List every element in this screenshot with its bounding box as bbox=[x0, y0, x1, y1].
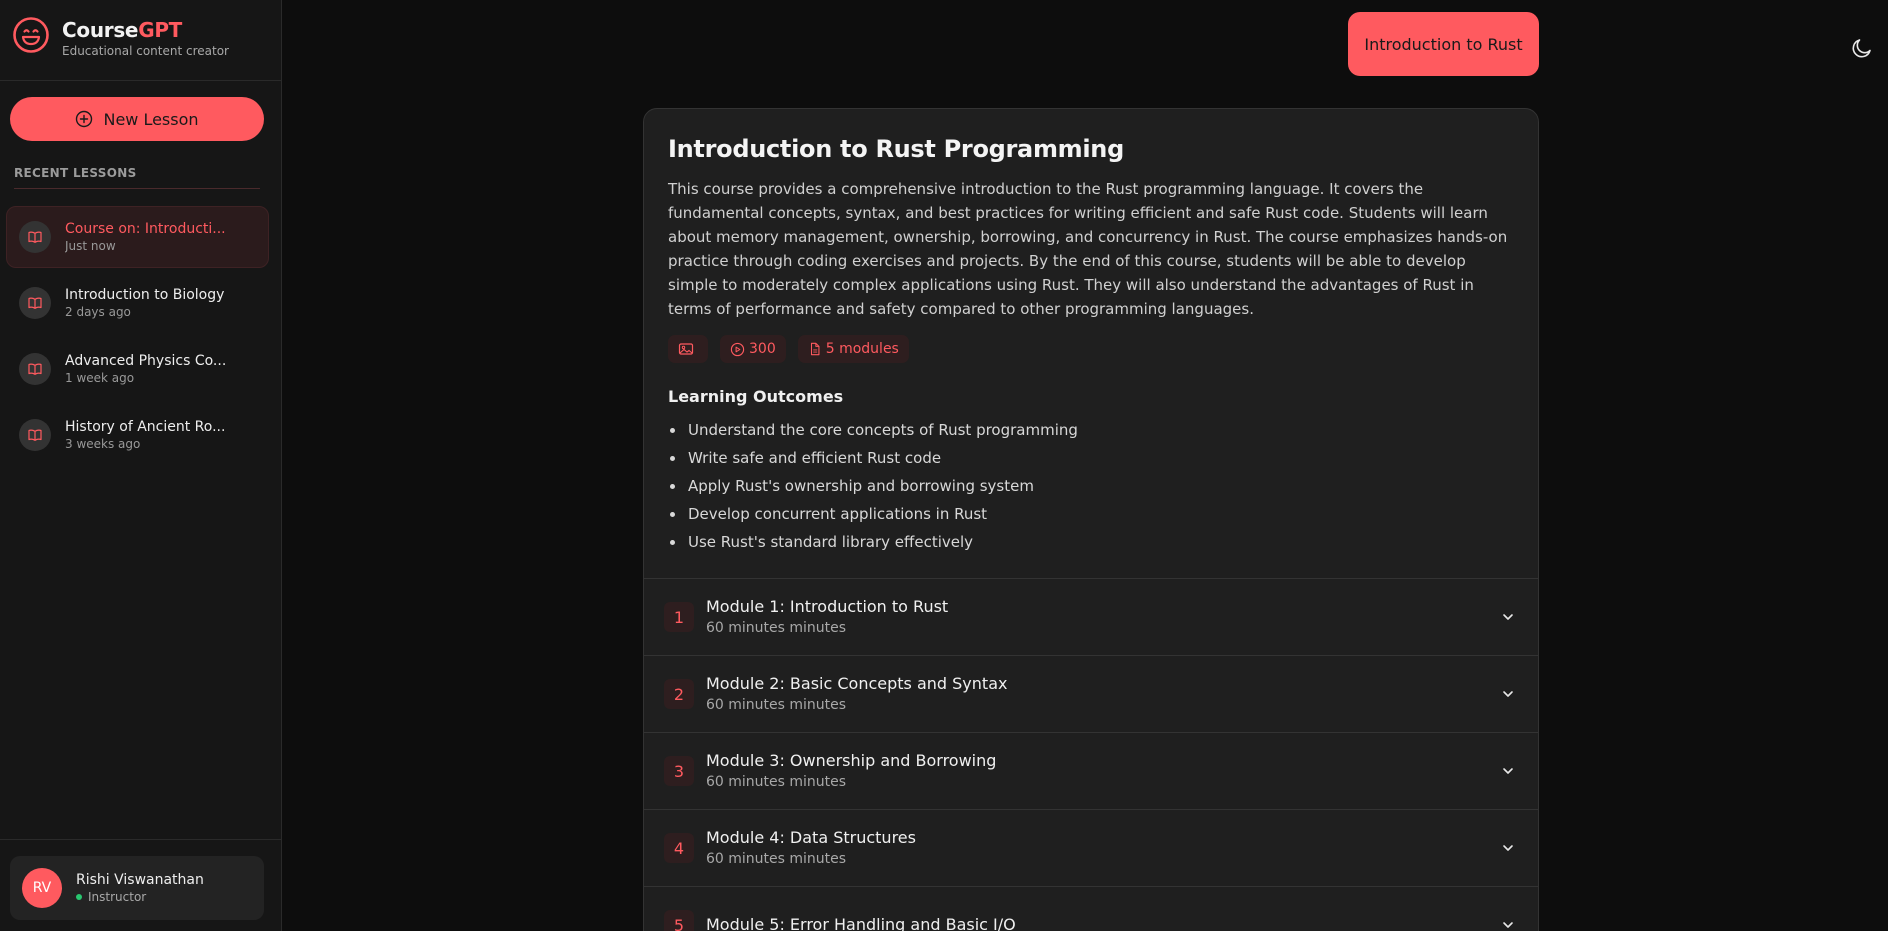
lesson-item[interactable]: Course on: Introducti... Just now bbox=[6, 206, 269, 268]
chevron-down-icon[interactable] bbox=[1500, 609, 1516, 625]
module-number: 2 bbox=[664, 679, 694, 709]
module-duration: 60 minutes minutes bbox=[706, 851, 847, 867]
outcome-item: Develop concurrent applications in Rust bbox=[668, 500, 1514, 528]
course-card: Introduction to Rust Programming This co… bbox=[643, 108, 1539, 931]
smiley-logo-icon bbox=[13, 17, 49, 53]
plus-circle-icon bbox=[76, 110, 93, 128]
moon-icon[interactable] bbox=[1850, 36, 1874, 60]
module-item[interactable]: 3 Module 3: Ownership and Borrowing 60 m… bbox=[644, 732, 1538, 809]
outcome-item: Write safe and efficient Rust code bbox=[668, 444, 1514, 472]
lesson-item[interactable]: Advanced Physics Co... 1 week ago bbox=[6, 338, 269, 400]
lesson-item[interactable]: Introduction to Biology 2 days ago bbox=[6, 272, 269, 334]
course-topic-chip[interactable]: Introduction to Rust bbox=[1348, 12, 1539, 76]
lesson-title: History of Ancient Ro... bbox=[65, 419, 226, 435]
lesson-time: 3 weeks ago bbox=[65, 437, 141, 451]
course-description: This course provides a comprehensive int… bbox=[668, 180, 1508, 318]
divider bbox=[0, 80, 282, 81]
chevron-down-icon[interactable] bbox=[1500, 763, 1516, 779]
module-number: 3 bbox=[664, 756, 694, 786]
lesson-title: Advanced Physics Co... bbox=[65, 353, 227, 369]
lesson-time: 1 week ago bbox=[65, 371, 135, 385]
lesson-title: Introduction to Biology bbox=[65, 287, 225, 303]
chevron-down-icon[interactable] bbox=[1500, 917, 1516, 931]
outcome-item: Apply Rust's ownership and borrowing sys… bbox=[668, 472, 1514, 500]
learning-outcomes-heading: Learning Outcomes bbox=[668, 387, 844, 406]
image-icon bbox=[678, 343, 694, 355]
module-number: 4 bbox=[664, 833, 694, 863]
module-title: Module 4: Data Structures bbox=[706, 828, 916, 847]
module-item[interactable]: 5 Module 5: Error Handling and Basic I/O bbox=[644, 886, 1538, 931]
module-item[interactable]: 1 Module 1: Introduction to Rust 60 minu… bbox=[644, 578, 1538, 655]
play-circle-icon bbox=[730, 342, 745, 356]
module-number: 5 bbox=[664, 910, 694, 931]
new-lesson-button[interactable]: New Lesson bbox=[10, 97, 264, 141]
image-chip[interactable] bbox=[668, 335, 708, 363]
book-icon bbox=[19, 287, 51, 319]
duration-chip: 300 bbox=[720, 335, 786, 363]
outcome-item: Use Rust's standard library effectively bbox=[668, 528, 1514, 556]
module-title: Module 3: Ownership and Borrowing bbox=[706, 751, 997, 770]
modules-accordion: 1 Module 1: Introduction to Rust 60 minu… bbox=[644, 578, 1538, 931]
module-item[interactable]: 2 Module 2: Basic Concepts and Syntax 60… bbox=[644, 655, 1538, 732]
chevron-down-icon[interactable] bbox=[1500, 840, 1516, 856]
book-icon bbox=[19, 419, 51, 451]
book-icon bbox=[19, 221, 51, 253]
lesson-time: 2 days ago bbox=[65, 305, 131, 319]
user-role: Instructor bbox=[76, 889, 204, 905]
outcome-item: Understand the core concepts of Rust pro… bbox=[668, 416, 1514, 444]
course-title: Introduction to Rust Programming bbox=[668, 135, 1124, 163]
file-icon bbox=[810, 342, 820, 356]
module-duration: 60 minutes minutes bbox=[706, 697, 847, 713]
module-duration: 60 minutes minutes bbox=[706, 620, 847, 636]
new-lesson-label: New Lesson bbox=[103, 109, 199, 129]
divider bbox=[0, 839, 282, 840]
user-profile-card[interactable]: RV Rishi Viswanathan Instructor bbox=[10, 856, 264, 920]
sidebar: CourseGPT Educational content creator Ne… bbox=[0, 0, 282, 931]
chevron-down-icon[interactable] bbox=[1500, 686, 1516, 702]
recent-lessons-list: Course on: Introducti... Just now Introd… bbox=[6, 206, 269, 470]
module-title: Module 2: Basic Concepts and Syntax bbox=[706, 674, 1008, 693]
modules-chip: 5 modules bbox=[797, 335, 909, 363]
user-role-label: Instructor bbox=[88, 890, 147, 904]
user-name: Rishi Viswanathan bbox=[76, 872, 204, 888]
avatar: RV bbox=[22, 868, 62, 908]
module-title: Module 1: Introduction to Rust bbox=[706, 597, 949, 616]
brand-subtitle: Educational content creator bbox=[62, 44, 229, 58]
lesson-title: Course on: Introducti... bbox=[65, 221, 226, 237]
learning-outcomes-list: Understand the core concepts of Rust pro… bbox=[668, 416, 1514, 556]
lesson-time: Just now bbox=[65, 239, 116, 253]
module-title: Module 5: Error Handling and Basic I/O bbox=[706, 915, 1016, 931]
recent-lessons-heading: RECENT LESSONS bbox=[14, 166, 260, 189]
online-status-dot bbox=[76, 894, 82, 900]
book-icon bbox=[19, 353, 51, 385]
course-meta: 300 5 modules bbox=[668, 335, 1514, 363]
brand-name: CourseGPT bbox=[62, 18, 183, 42]
module-duration: 60 minutes minutes bbox=[706, 774, 847, 790]
lesson-item[interactable]: History of Ancient Ro... 3 weeks ago bbox=[6, 404, 269, 466]
module-number: 1 bbox=[664, 602, 694, 632]
module-item[interactable]: 4 Module 4: Data Structures 60 minutes m… bbox=[644, 809, 1538, 886]
brand[interactable]: CourseGPT Educational content creator bbox=[12, 16, 229, 58]
modules-count: 5 modules bbox=[825, 341, 899, 357]
duration-value: 300 bbox=[749, 341, 776, 357]
